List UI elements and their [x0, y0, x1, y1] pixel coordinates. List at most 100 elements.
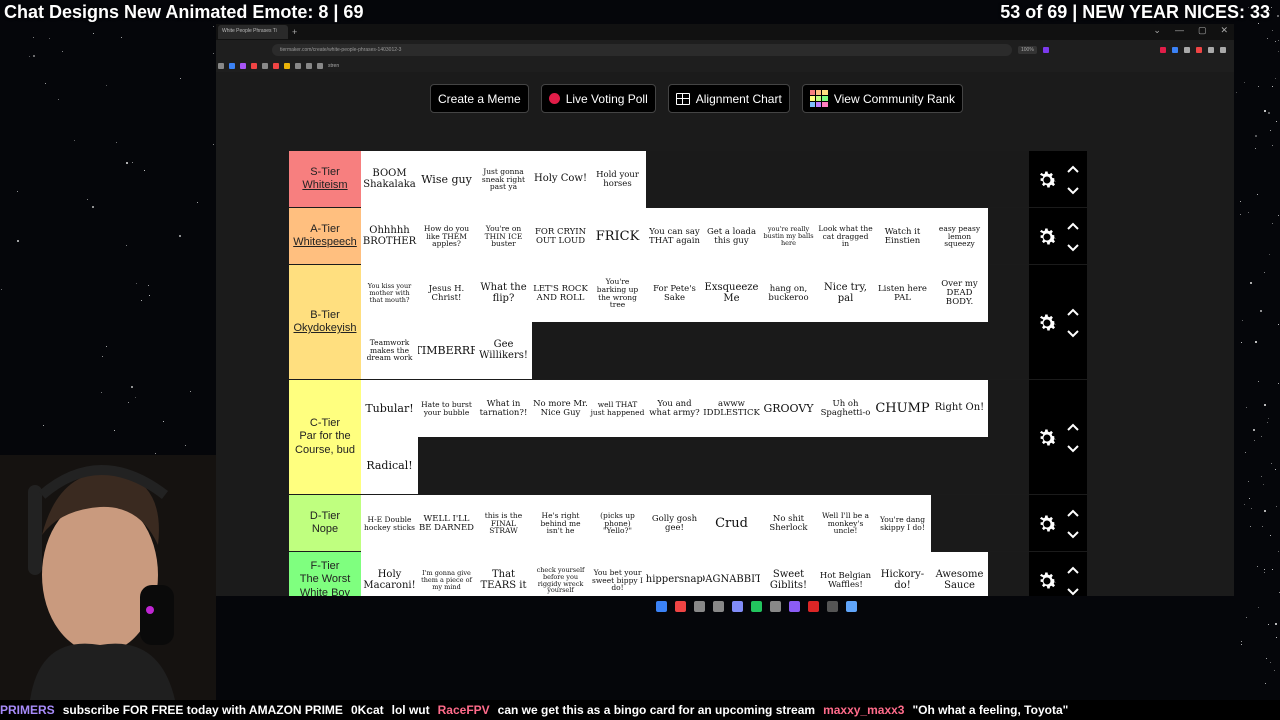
tier-item-card[interactable]: Whippersnaper: [646, 552, 703, 596]
menu-icon[interactable]: [1220, 47, 1226, 53]
tier-item-card[interactable]: Ohhhhh BROTHER: [361, 208, 418, 265]
tier-item-card[interactable]: FRICK: [589, 208, 646, 265]
tier-item-card[interactable]: easy peasy lemon squeezy: [931, 208, 988, 265]
extension-icon[interactable]: [1184, 47, 1190, 53]
close-button[interactable]: ✕: [1220, 25, 1228, 36]
url-field[interactable]: tiermaker.com/create/white-people-phrase…: [272, 44, 1012, 56]
tier-item-card[interactable]: You're on THIN ICE buster: [475, 208, 532, 265]
tier-items-area[interactable]: You kiss your mother with that mouth? Jes…: [361, 265, 1029, 379]
tier-item-card[interactable]: hang on, buckeroo: [760, 265, 817, 322]
tier-item-card[interactable]: You and what army?: [646, 380, 703, 437]
browser-tab[interactable]: White People Phrases Ti: [218, 25, 288, 39]
tier-item-card[interactable]: Awesome Sauce: [931, 552, 988, 596]
tier-item-card[interactable]: You're dang skippy I do!: [874, 495, 931, 552]
tier-item-card[interactable]: Hot Belgian Waffles!: [817, 552, 874, 596]
chevron-up-icon[interactable]: [1067, 565, 1079, 575]
tier-item-card[interactable]: FOR CRYIN OUT LOUD: [532, 208, 589, 265]
tier-item-card[interactable]: What in tarnation?!: [475, 380, 532, 437]
maximize-button[interactable]: ▢: [1198, 25, 1207, 36]
tier-item-card[interactable]: you're really bustin my balls here: [760, 208, 817, 265]
app-icon[interactable]: [770, 601, 781, 612]
tier-item-card[interactable]: LET'S ROCK AND ROLL: [532, 265, 589, 322]
tier-item-card[interactable]: BOOM Shakalaka: [361, 151, 418, 208]
tier-item-card[interactable]: Gee Willikers!: [475, 322, 532, 379]
tier-items-area[interactable]: Tubular! Hate to burst your bubble What in…: [361, 380, 1029, 494]
chevron-up-icon[interactable]: [1067, 422, 1079, 432]
tier-item-card[interactable]: Get a loada this guy: [703, 208, 760, 265]
tier-item-card[interactable]: well THAT just happened: [589, 380, 646, 437]
tier-item-card[interactable]: Well I'll be a monkey's uncle!: [817, 495, 874, 552]
tier-item-card[interactable]: Hickory-do!: [874, 552, 931, 596]
tier-items-area[interactable]: Ohhhhh BROTHER How do you like THEM apple…: [361, 208, 1029, 265]
tier-label[interactable]: F-Tier The Worst White Boy: [289, 552, 361, 596]
windows-start-icon[interactable]: [656, 601, 667, 612]
tier-item-card[interactable]: Exsqueeze Me: [703, 265, 760, 322]
tab-search-icon[interactable]: ⌄: [1153, 25, 1161, 36]
tier-item-card[interactable]: Crud: [703, 495, 760, 552]
steam-icon[interactable]: [694, 601, 705, 612]
tier-label[interactable]: C-Tier Par for the Course, bud: [289, 380, 361, 494]
chevron-down-icon[interactable]: [1067, 587, 1079, 597]
tier-item-card[interactable]: That TEARS it: [475, 552, 532, 596]
tier-item-card[interactable]: Nice try, pal: [817, 265, 874, 322]
tier-item-card[interactable]: Look what the cat dragged in: [817, 208, 874, 265]
tier-item-card[interactable]: What the flip?: [475, 265, 532, 322]
bookmark-folder[interactable]: stren: [328, 63, 339, 69]
bookmark-icon[interactable]: [295, 63, 301, 69]
bookmark-icon[interactable]: [262, 63, 268, 69]
live-voting-poll-button[interactable]: Live Voting Poll: [540, 84, 656, 113]
extension-icon[interactable]: [1042, 47, 1049, 53]
tier-item-card[interactable]: Just gonna sneak right past ya: [475, 151, 532, 208]
bookmark-icon[interactable]: [240, 63, 246, 69]
bookmark-icon[interactable]: [273, 63, 279, 69]
tier-item-card[interactable]: H-E Double hockey sticks: [361, 495, 418, 552]
chevron-down-icon[interactable]: [1067, 243, 1079, 253]
tier-item-card[interactable]: GROOVY: [760, 380, 817, 437]
tier-item-card[interactable]: Hold your horses: [589, 151, 646, 208]
tier-item-card[interactable]: I'm gonna give them a piece of my mind: [418, 552, 475, 596]
chevron-down-icon[interactable]: [1067, 186, 1079, 196]
chevron-up-icon[interactable]: [1067, 164, 1079, 174]
chevron-down-icon[interactable]: [1067, 444, 1079, 454]
app-icon[interactable]: [789, 601, 800, 612]
tier-item-card[interactable]: Golly gosh gee!: [646, 495, 703, 552]
spotify-icon[interactable]: [751, 601, 762, 612]
tier-label[interactable]: S-Tier Whiteism: [289, 151, 361, 207]
tier-items-area[interactable]: H-E Double hockey sticks WELL I'LL BE DAR…: [361, 495, 1029, 552]
tier-item-card[interactable]: check yourself before you riggidy wreck …: [532, 552, 589, 596]
tier-item-card[interactable]: You can say THAT again: [646, 208, 703, 265]
tier-label[interactable]: B-Tier Okydokeyish: [289, 265, 361, 379]
bookmark-icon[interactable]: [284, 63, 290, 69]
tier-item-card[interactable]: Holy Cow!: [532, 151, 589, 208]
extension-icon[interactable]: [1160, 47, 1166, 53]
tier-item-card[interactable]: Right On!: [931, 380, 988, 437]
gear-icon[interactable]: [1035, 426, 1059, 450]
tier-label[interactable]: D-Tier Nope: [289, 495, 361, 551]
tier-item-card[interactable]: You bet your sweet bippy I do!: [589, 552, 646, 596]
extension-icon[interactable]: [1208, 47, 1214, 53]
tier-item-card[interactable]: Listen here PAL: [874, 265, 931, 322]
extension-icon[interactable]: [1172, 47, 1178, 53]
tier-items-area[interactable]: Holy Macaroni! I'm gonna give them a piec…: [361, 552, 1029, 596]
create-meme-button[interactable]: Create a Meme: [430, 84, 529, 113]
tier-item-card[interactable]: Jesus H. Christ!: [418, 265, 475, 322]
tier-item-card[interactable]: Uh oh Spaghetti-o: [817, 380, 874, 437]
community-rank-button[interactable]: View Community Rank: [801, 84, 963, 113]
bookmark-icon[interactable]: [218, 63, 224, 69]
tier-item-card[interactable]: He's right behind me isn't he: [532, 495, 589, 552]
gear-icon[interactable]: [1035, 569, 1059, 593]
tier-item-card[interactable]: Watch it Einstien: [874, 208, 931, 265]
tier-item-card[interactable]: awww FIDDLESTICKS: [703, 380, 760, 437]
chevron-down-icon[interactable]: [1067, 530, 1079, 540]
tier-item-card[interactable]: WELL I'LL BE DARNED: [418, 495, 475, 552]
tier-item-card[interactable]: For Pete's Sake: [646, 265, 703, 322]
tier-item-card[interactable]: Tubular!: [361, 380, 418, 437]
tier-item-card[interactable]: (picks up phone) "Yello?": [589, 495, 646, 552]
bookmark-icon[interactable]: [306, 63, 312, 69]
folder-icon[interactable]: [317, 63, 323, 69]
chevron-up-icon[interactable]: [1067, 221, 1079, 231]
tier-items-area[interactable]: BOOM Shakalaka Wise guy Just gonna sneak r…: [361, 151, 1029, 208]
new-tab-button[interactable]: +: [292, 27, 297, 37]
tier-item-card[interactable]: TIMBERRR: [418, 322, 475, 379]
tier-item-card[interactable]: No shit Sherlock: [760, 495, 817, 552]
